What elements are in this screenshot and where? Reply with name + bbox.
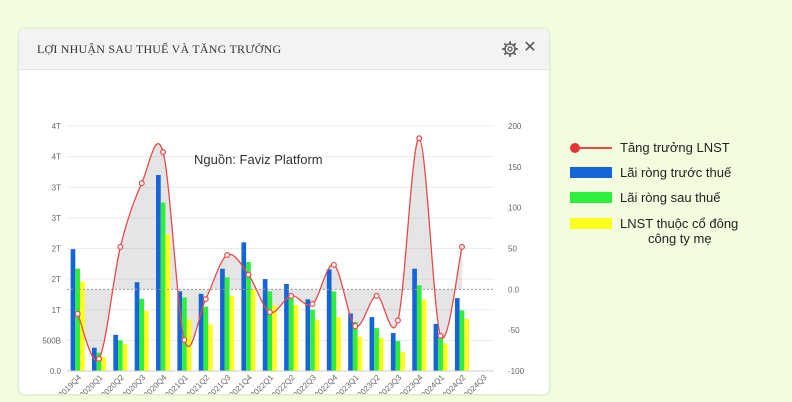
bar-2: [459, 310, 465, 371]
growth-point: [309, 301, 316, 308]
growth-point: [138, 180, 145, 187]
y-tick-label-right: 0.0: [508, 285, 520, 294]
y-tick-label-right: -50: [508, 326, 520, 335]
legend-label: Lãi ròng sau thuế: [620, 190, 721, 205]
bar-1: [220, 268, 225, 371]
bar-2: [438, 334, 443, 371]
bar-3: [421, 299, 427, 371]
bar-1: [156, 175, 161, 371]
growth-point: [96, 355, 103, 362]
y-tick-label-left: 1T: [52, 306, 61, 315]
growth-point: [394, 317, 401, 324]
growth-point: [458, 243, 465, 250]
panel-header: LỢI NHUẬN SAU THUẾ VÀ TĂNG TRƯỞNG ✕: [19, 29, 549, 70]
y-tick-label-left: 4T: [52, 153, 61, 162]
bar-3: [208, 324, 213, 371]
bar-3: [250, 289, 256, 371]
y-tick-label-right: -100: [508, 367, 525, 376]
legend-label: Lãi ròng trước thuế: [620, 165, 732, 180]
bar-3: [101, 356, 107, 371]
bar-2: [310, 309, 315, 371]
bar-1: [369, 317, 375, 371]
y-tick-label-right: 200: [508, 122, 522, 131]
x-tick-label: 2024Q3: [462, 373, 489, 394]
growth-point: [245, 271, 252, 278]
bar-2: [224, 277, 230, 371]
growth-point: [224, 252, 231, 259]
bar-2: [331, 291, 337, 371]
bar-3: [400, 352, 405, 371]
bar-2: [203, 306, 209, 371]
growth-point: [160, 149, 167, 156]
growth-point: [202, 296, 209, 303]
growth-point: [117, 243, 124, 250]
bar-2: [374, 328, 379, 371]
growth-point: [330, 261, 337, 268]
bar-2: [288, 295, 294, 371]
y-tick-label-left: 500B: [42, 336, 61, 345]
bar-2: [118, 340, 123, 371]
bar-1: [305, 299, 311, 371]
growth-point: [437, 332, 444, 339]
growth-point: [181, 336, 188, 343]
legend-color-swatch: [570, 167, 612, 178]
bar-3: [357, 336, 363, 371]
bar-2: [352, 322, 358, 371]
y-tick-label-left: 2T: [52, 245, 61, 254]
bar-1: [262, 279, 268, 371]
chart-panel: LỢI NHUẬN SAU THUẾ VÀ TĂNG TRƯỞNG ✕ 0.0 5…: [19, 29, 549, 394]
bar-1: [454, 298, 460, 371]
legend-label: Tăng trưởng LNST: [620, 140, 730, 155]
y-tick-label-left: 3T: [52, 183, 61, 192]
bar-2: [416, 285, 422, 371]
chart-area: 0.0 500B 1T 2T 2T 3T 3T 4T 4T -100 -50 0.0 50 100 150 2…: [42, 122, 525, 394]
y-tick-label-left: 2T: [52, 275, 61, 284]
bar-3: [378, 337, 384, 371]
bar-3: [229, 295, 235, 371]
panel-title: LỢI NHUẬN SAU THUẾ VÀ TĂNG TRƯỞNG: [37, 42, 282, 56]
growth-point: [288, 292, 295, 299]
y-tick-label-left: 4T: [52, 122, 61, 131]
growth-point: [416, 135, 423, 142]
bar-1: [433, 323, 439, 371]
bar-3: [442, 343, 448, 371]
watermark-text: Nguồn: Faviz Platform: [194, 152, 323, 167]
y-tick-label-left: 0.0: [50, 367, 62, 376]
close-icon[interactable]: ✕: [522, 39, 538, 57]
bar-1: [412, 268, 417, 371]
bar-1: [134, 282, 140, 371]
legend-color-swatch: [570, 218, 612, 229]
bar-2: [267, 291, 273, 371]
bar-3: [122, 344, 128, 371]
gear-icon[interactable]: [502, 41, 518, 57]
bar-1: [390, 333, 396, 371]
legend-label: LNST thuộc cổ đông công ty mẹ: [620, 216, 739, 246]
legend-color-swatch: [570, 192, 612, 203]
growth-point: [266, 309, 273, 316]
y-tick-label-right: 50: [508, 245, 517, 254]
bar-1: [70, 249, 76, 371]
y-tick-label-left: 3T: [52, 214, 61, 223]
bar-1: [241, 242, 247, 371]
bar-3: [464, 318, 470, 371]
bar-3: [314, 320, 320, 371]
growth-point: [74, 310, 81, 317]
bar-2: [395, 340, 401, 371]
bar-1: [113, 334, 119, 371]
bar-2: [139, 298, 145, 371]
bar-3: [293, 304, 299, 371]
legend-dot-swatch: [570, 143, 580, 153]
y-tick-label-right: 150: [508, 163, 522, 172]
growth-point: [373, 292, 380, 299]
growth-point: [352, 323, 359, 330]
y-tick-label-right: 100: [508, 204, 522, 213]
bar-2: [160, 202, 166, 371]
bar-3: [165, 235, 171, 371]
bar-3: [336, 317, 341, 371]
bar-3: [144, 310, 149, 371]
bar-3: [272, 305, 277, 371]
bar-1: [326, 269, 332, 371]
